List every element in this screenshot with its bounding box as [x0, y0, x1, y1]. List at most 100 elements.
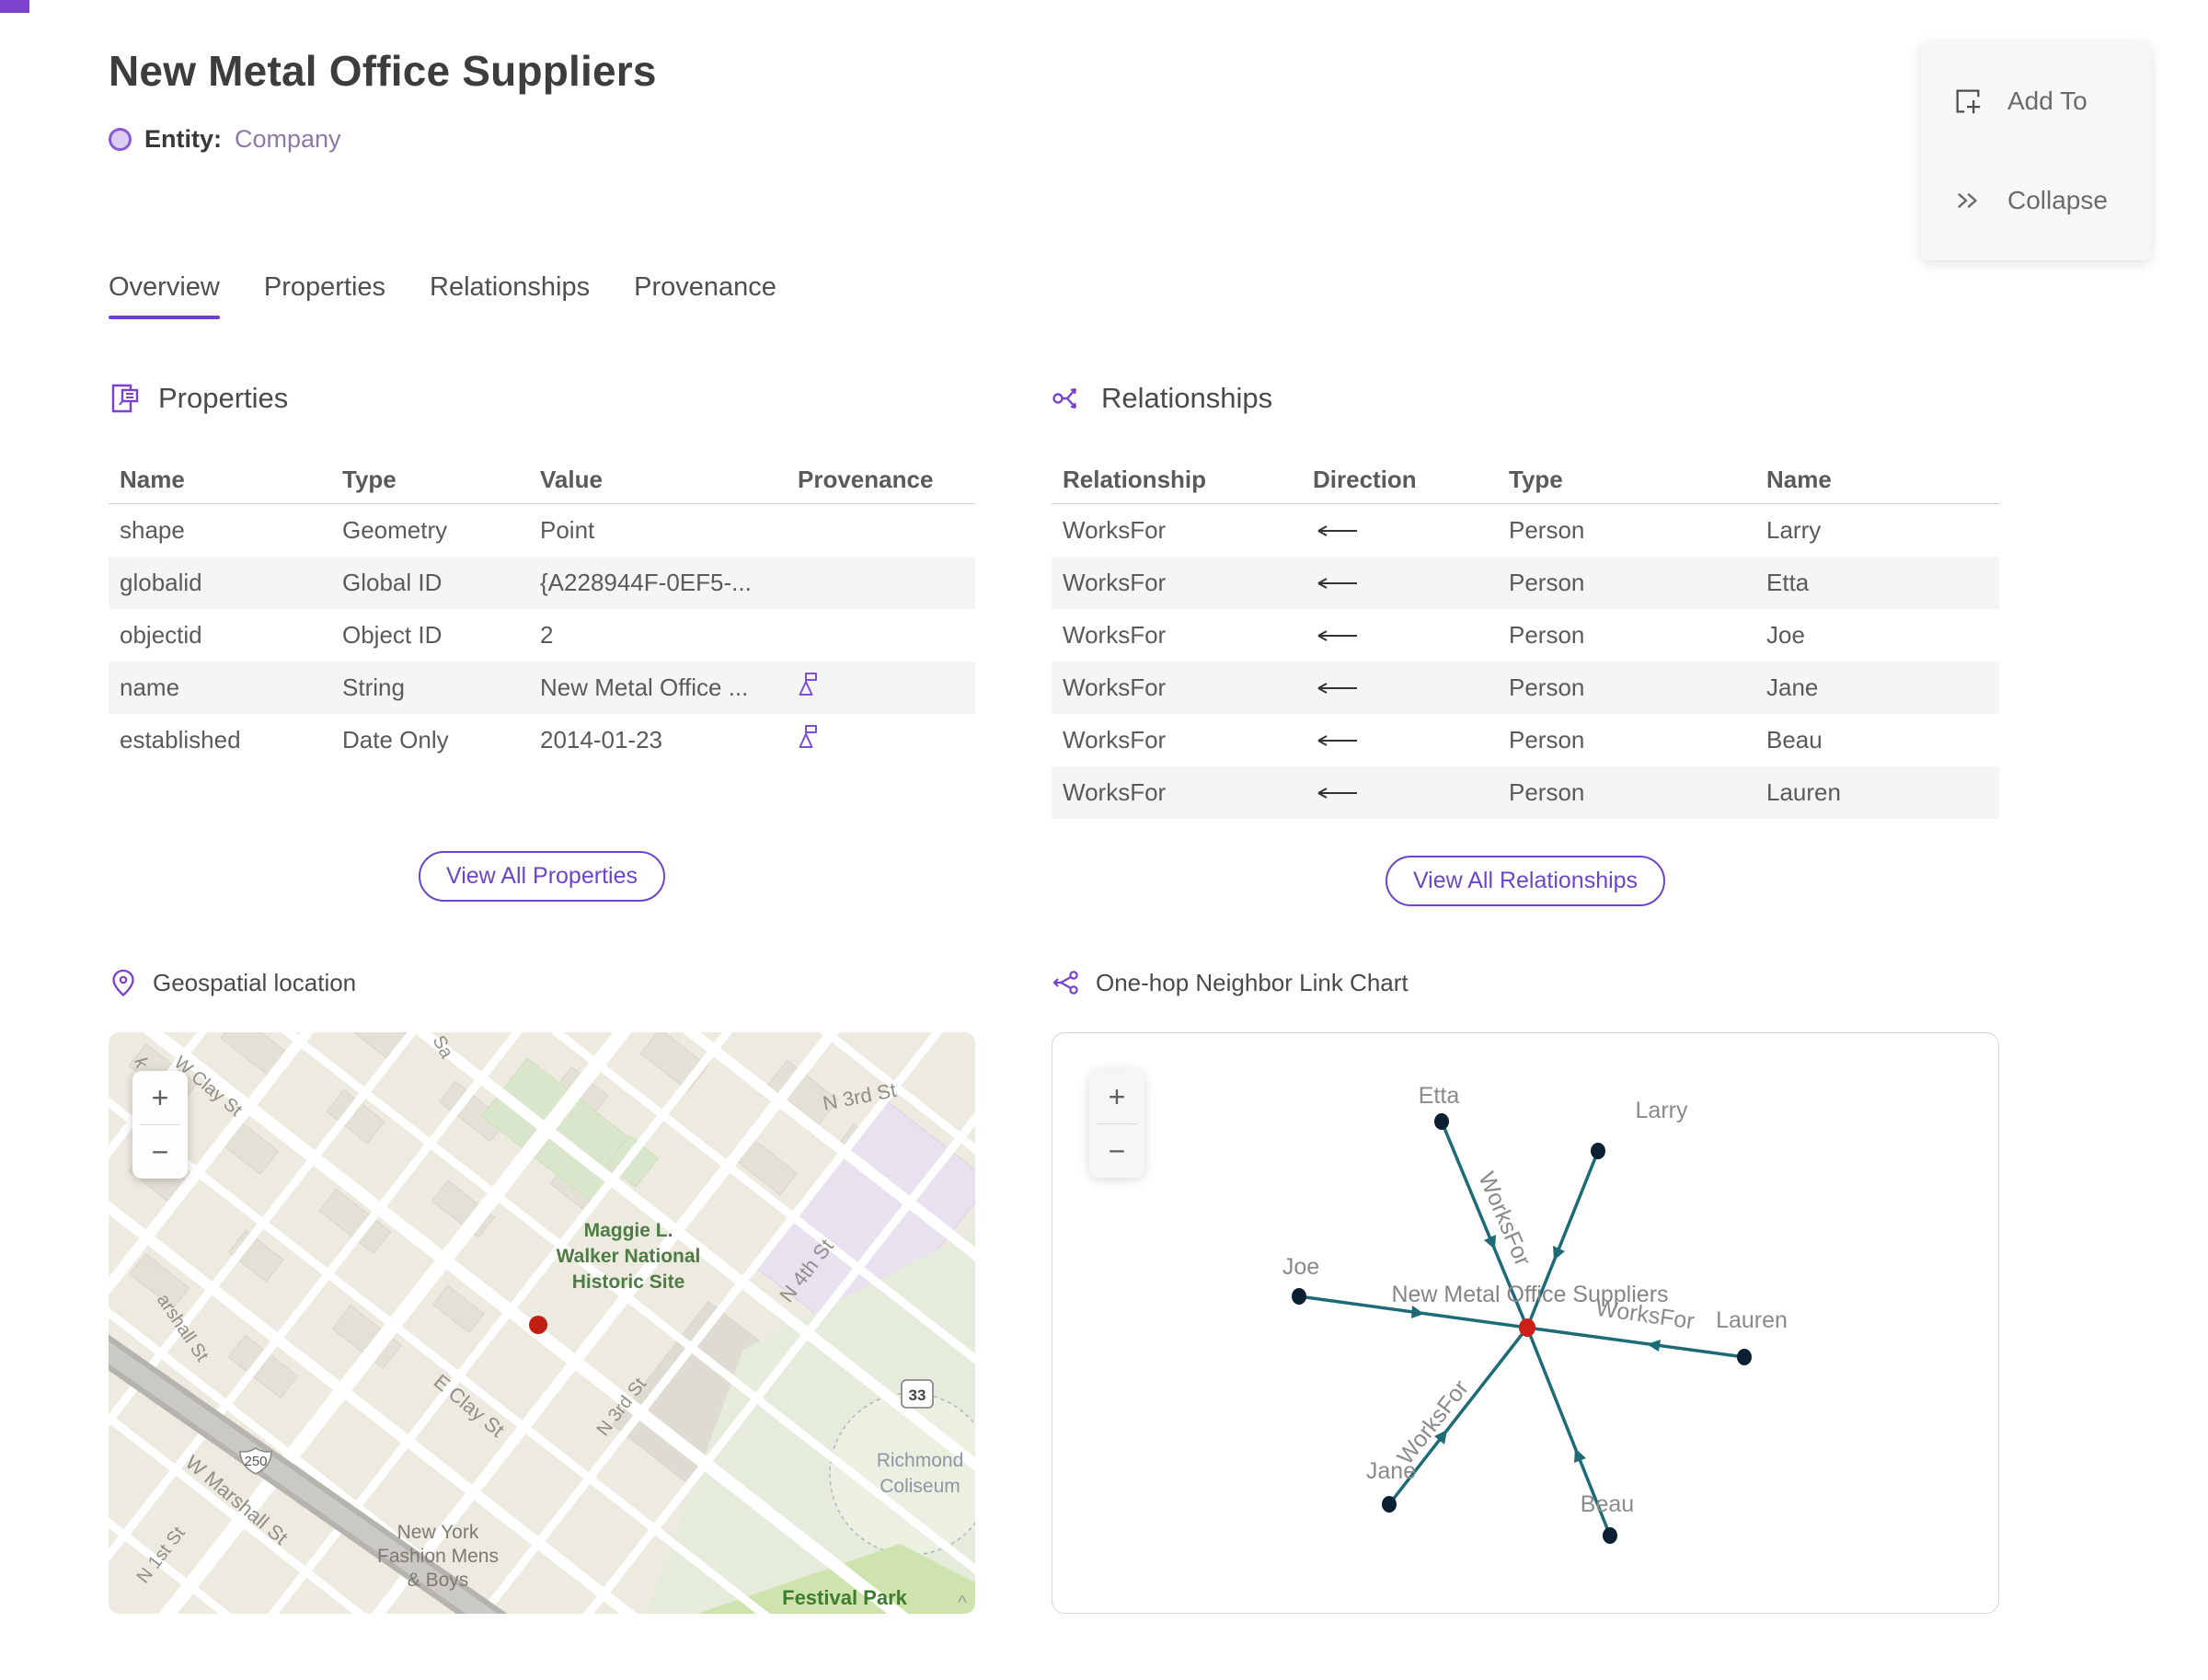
- direction-left-arrow-icon: [1317, 682, 1357, 694]
- node-lauren[interactable]: [1737, 1349, 1752, 1365]
- node-center-entity[interactable]: [1519, 1318, 1535, 1337]
- node-label-etta: Etta: [1419, 1083, 1460, 1109]
- map-label-maggie-3: Historic Site: [572, 1272, 685, 1293]
- col-type: Type: [342, 466, 397, 493]
- relationship-link[interactable]: WorksFor: [1052, 726, 1302, 754]
- relationship-link[interactable]: WorksFor: [1052, 621, 1302, 650]
- relationships-table: Relationship Direction Type Name WorksFo…: [1052, 456, 1999, 819]
- map-attribution-chevron[interactable]: ^: [958, 1593, 967, 1613]
- collapse-icon: [1958, 193, 1977, 208]
- map-entity-marker[interactable]: [529, 1316, 547, 1334]
- add-to-button[interactable]: Add To: [1921, 71, 2151, 132]
- relationships-icon: [1052, 387, 1077, 409]
- view-all-relationships-button[interactable]: View All Relationships: [1385, 856, 1666, 906]
- map-zoom-control: + −: [132, 1071, 188, 1179]
- properties-section-title: Properties: [158, 382, 289, 414]
- link-chart-title: One-hop Neighbor Link Chart: [1096, 968, 1409, 996]
- relationship-link[interactable]: WorksFor: [1052, 673, 1302, 702]
- tab-provenance[interactable]: Provenance: [634, 272, 776, 319]
- entity-label: Entity:: [144, 125, 222, 153]
- chart-zoom-control: + −: [1089, 1070, 1144, 1178]
- collapse-label: Collapse: [2007, 186, 2108, 214]
- relationship-row: WorksFor Person Jane: [1052, 662, 1999, 714]
- direction-left-arrow-icon: [1317, 787, 1357, 799]
- edge-label-worksfor-jane: WorksFor: [1392, 1375, 1473, 1469]
- related-entity-link[interactable]: Lauren: [1755, 778, 1999, 807]
- col-direction: Direction: [1313, 466, 1417, 493]
- quick-actions-panel: Add To Collapse: [1921, 41, 2151, 260]
- relationship-link[interactable]: WorksFor: [1052, 778, 1302, 807]
- add-to-icon: [1956, 89, 1981, 114]
- entity-header: New Metal Office Suppliers Entity: Compa…: [109, 46, 657, 154]
- node-label-center: New Metal Office Suppliers: [1391, 1282, 1668, 1307]
- relationship-row: WorksFor Person Etta: [1052, 557, 1999, 609]
- map-shield-250-label: 250: [244, 1454, 267, 1469]
- link-chart-edge-labels: WorksFor WorksFor WorksFor: [1392, 1168, 1696, 1469]
- provenance-flag-icon[interactable]: [798, 671, 820, 698]
- entity-tabs: Overview Properties Relationships Proven…: [109, 272, 776, 319]
- geospatial-header: Geospatial location: [109, 968, 356, 997]
- map-zoom-in-button[interactable]: +: [132, 1071, 188, 1124]
- related-entity-link[interactable]: Etta: [1755, 569, 1999, 597]
- relationship-row: WorksFor Person Lauren: [1052, 766, 1999, 819]
- related-entity-link[interactable]: Beau: [1755, 726, 1999, 754]
- relationship-row: WorksFor Person Larry: [1052, 504, 1999, 557]
- col-relationship: Relationship: [1063, 466, 1207, 493]
- one-hop-link-chart[interactable]: WorksFor WorksFor WorksFor Etta Larry Jo…: [1052, 1032, 1999, 1614]
- map-pin-icon: [112, 969, 134, 997]
- node-label-larry: Larry: [1636, 1098, 1688, 1123]
- node-label-lauren: Lauren: [1716, 1307, 1788, 1333]
- node-larry[interactable]: [1591, 1143, 1605, 1159]
- collapse-button[interactable]: Collapse: [1921, 170, 2151, 231]
- node-beau[interactable]: [1603, 1527, 1617, 1544]
- map-canvas[interactable]: k Rd W Clay St Sa N 3rd St N 4th St arsh…: [109, 1032, 975, 1614]
- map-label-festival-park: Festival Park: [782, 1586, 908, 1609]
- node-joe[interactable]: [1292, 1288, 1306, 1305]
- window-corner-fragment: [0, 0, 29, 13]
- chart-zoom-out-button[interactable]: −: [1089, 1124, 1144, 1178]
- tab-properties[interactable]: Properties: [264, 272, 385, 319]
- view-all-properties-button[interactable]: View All Properties: [419, 851, 665, 902]
- node-etta[interactable]: [1434, 1113, 1449, 1130]
- link-chart-canvas[interactable]: WorksFor WorksFor WorksFor Etta Larry Jo…: [1052, 1033, 1999, 1614]
- col-name: Name: [120, 466, 185, 493]
- map-label-maggie-2: Walker National: [557, 1246, 701, 1267]
- tab-relationships[interactable]: Relationships: [430, 272, 590, 319]
- node-jane[interactable]: [1382, 1496, 1397, 1513]
- relationships-section: Relationships Relationship Direction Typ…: [1052, 375, 1999, 906]
- map-route-shield-33: 33: [901, 1379, 934, 1409]
- map-label-nyf-2: Fashion Mens: [377, 1546, 499, 1567]
- direction-left-arrow-icon: [1317, 734, 1357, 746]
- property-row: established Date Only 2014-01-23: [109, 714, 975, 766]
- relationships-section-title: Relationships: [1101, 382, 1273, 414]
- page-title: New Metal Office Suppliers: [109, 47, 657, 95]
- relationship-row: WorksFor Person Joe: [1052, 609, 1999, 662]
- properties-table: Name Type Value Provenance shape Geometr…: [109, 456, 975, 766]
- map-shield-33-label: 33: [909, 1387, 926, 1404]
- map-label-richmond: Richmond: [877, 1450, 964, 1471]
- node-label-joe: Joe: [1282, 1254, 1319, 1280]
- direction-left-arrow-icon: [1317, 629, 1357, 641]
- chart-zoom-in-button[interactable]: +: [1089, 1070, 1144, 1123]
- related-entity-link[interactable]: Joe: [1755, 621, 1999, 650]
- entity-type-value: Company: [235, 125, 341, 153]
- node-label-beau: Beau: [1581, 1491, 1634, 1517]
- relationship-link[interactable]: WorksFor: [1052, 569, 1302, 597]
- col-provenance: Provenance: [798, 466, 934, 493]
- geospatial-map[interactable]: k Rd W Clay St Sa N 3rd St N 4th St arsh…: [109, 1032, 975, 1614]
- map-label-maggie-1: Maggie L.: [584, 1220, 673, 1241]
- property-row: name String New Metal Office ...: [109, 662, 975, 714]
- related-entity-link[interactable]: Larry: [1755, 516, 1999, 545]
- map-label-coliseum: Coliseum: [880, 1476, 960, 1497]
- direction-left-arrow-icon: [1317, 524, 1357, 536]
- geospatial-title: Geospatial location: [153, 968, 357, 996]
- provenance-flag-icon[interactable]: [798, 723, 820, 751]
- map-zoom-out-button[interactable]: −: [132, 1125, 188, 1179]
- properties-icon: [111, 384, 139, 413]
- properties-section: Properties Name Type Value Provenance sh…: [109, 375, 975, 902]
- relationship-link[interactable]: WorksFor: [1052, 516, 1302, 545]
- related-entity-link[interactable]: Jane: [1755, 673, 1999, 702]
- properties-table-header: Name Type Value Provenance: [109, 456, 975, 504]
- tab-overview[interactable]: Overview: [109, 272, 220, 319]
- property-row: globalid Global ID {A228944F-0EF5-...: [109, 557, 975, 609]
